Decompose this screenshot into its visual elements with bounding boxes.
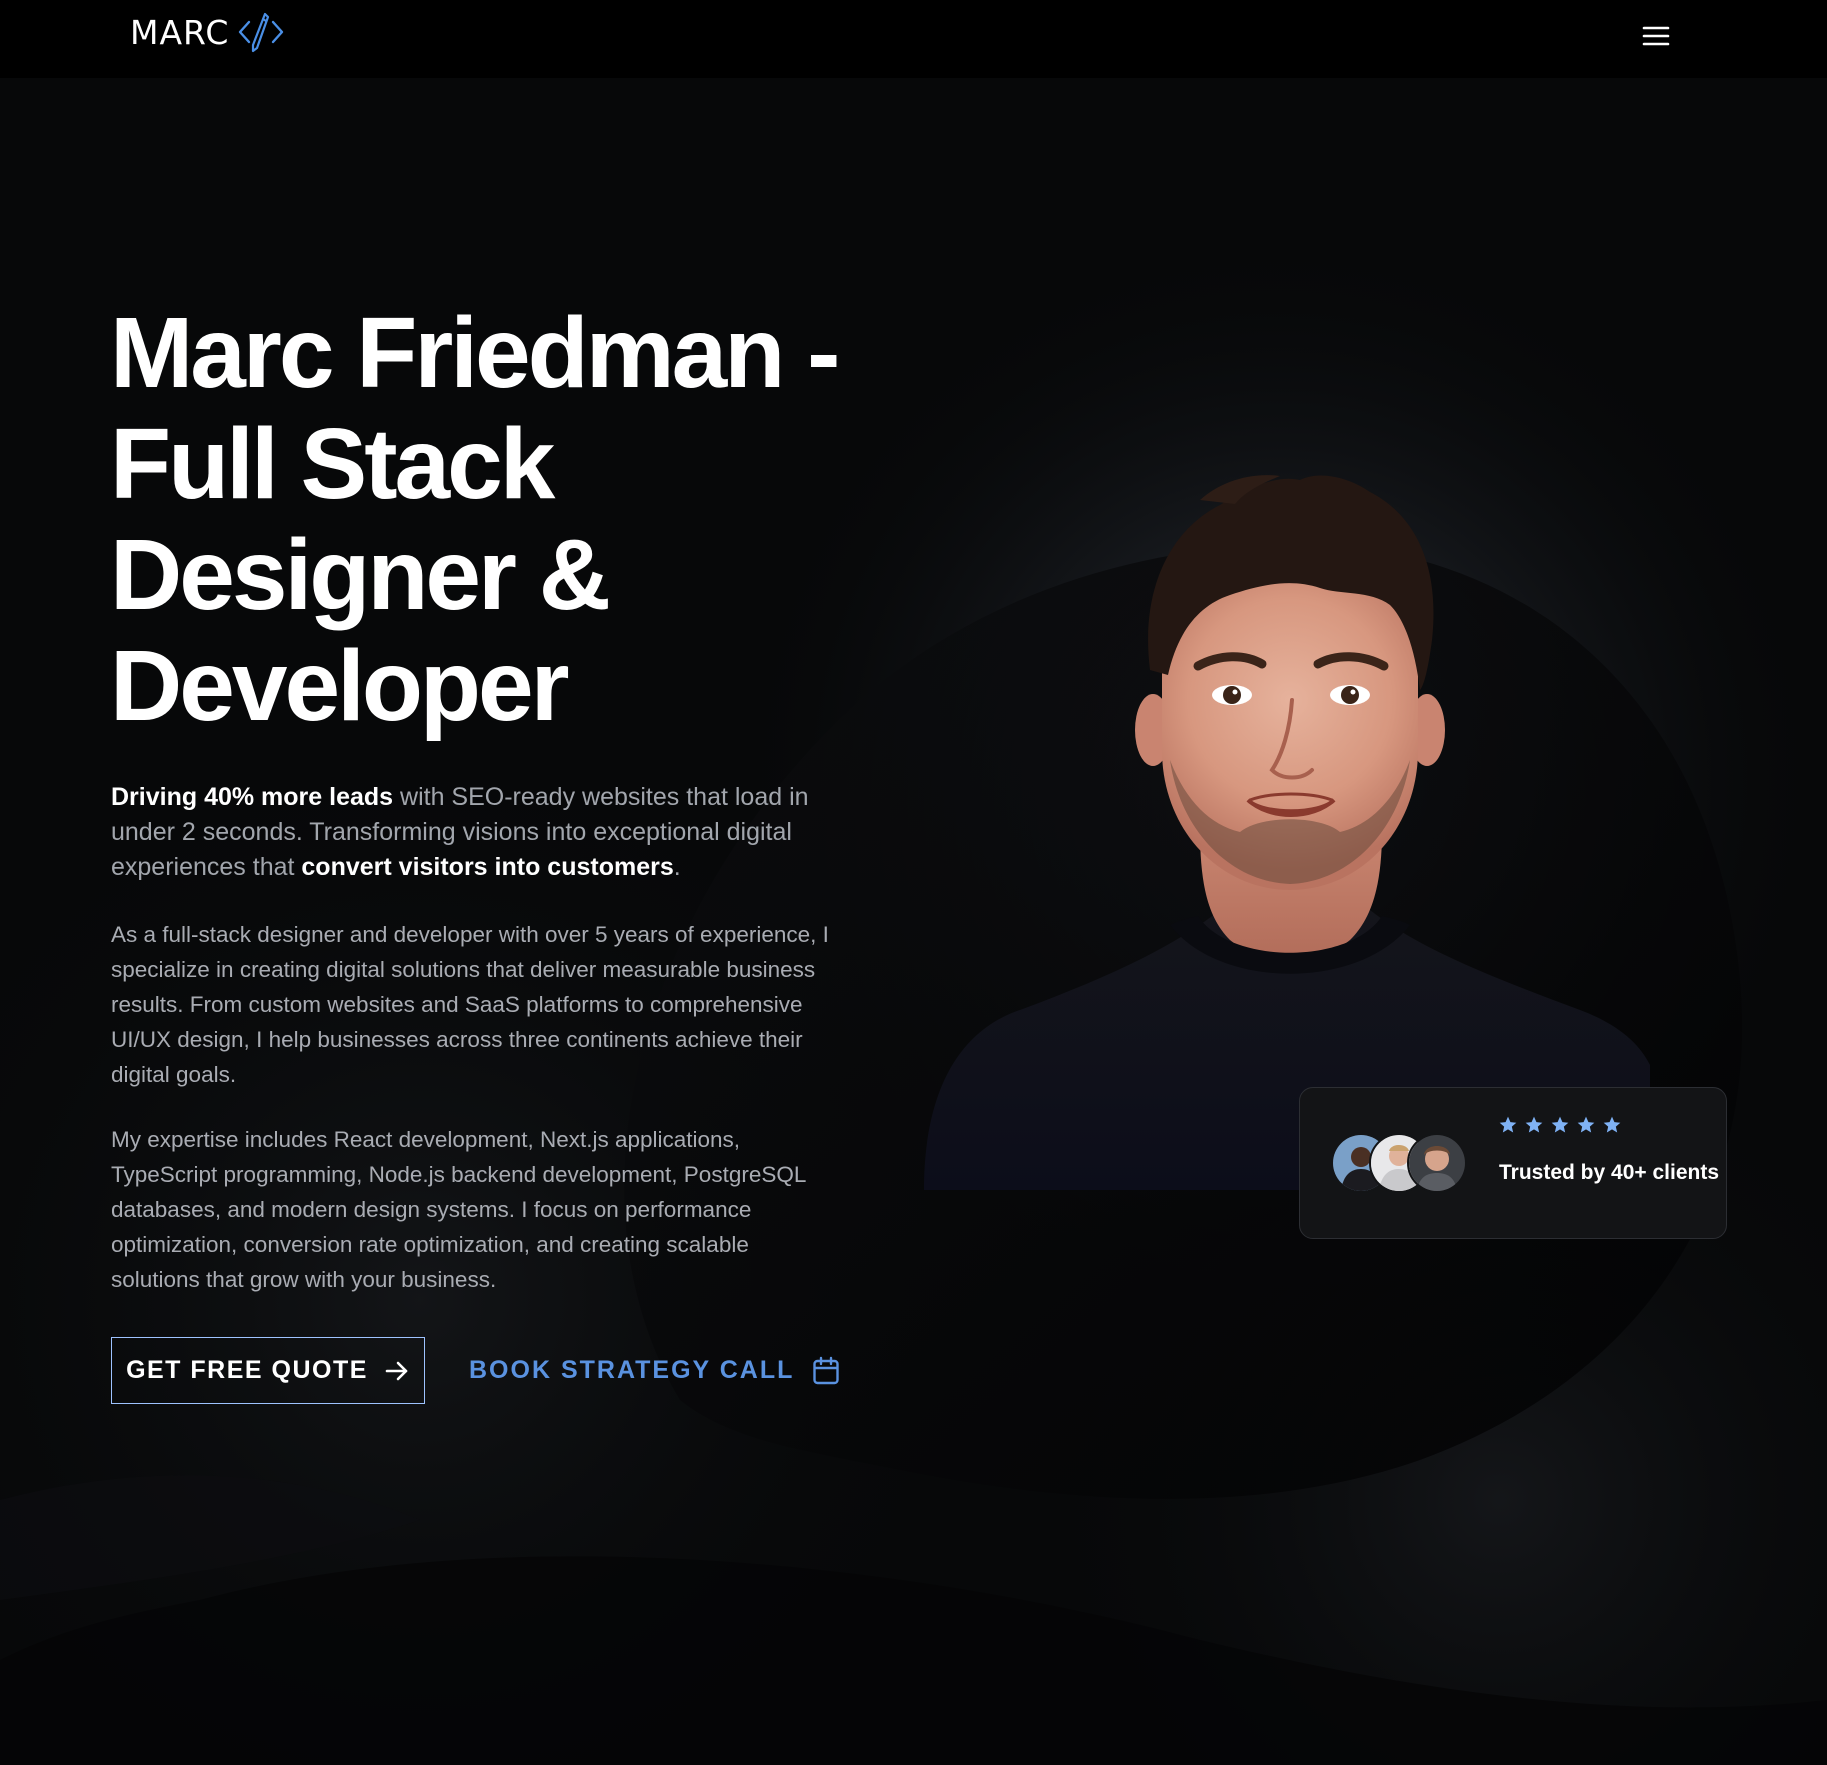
intro-paragraph: As a full-stack designer and developer w… [111,922,829,1087]
hamburger-menu-icon[interactable] [1638,18,1674,54]
trust-card: Trusted by 40+ clients [1299,1087,1727,1239]
tagline-highlight-leads: Driving 40% more leads [111,783,394,811]
rating-stars [1498,1115,1622,1135]
tagline-period: . [673,853,681,881]
get-free-quote-button[interactable]: GET FREE QUOTE [111,1337,425,1404]
star-icon [1551,1116,1569,1133]
expertise-paragraph: My expertise includes React development,… [111,1127,806,1292]
star-icon [1577,1116,1595,1133]
code-pen-icon [239,12,284,53]
star-icon [1499,1116,1517,1133]
star-icon [1525,1116,1543,1133]
hero-title: Marc Friedman - Full Stack Designer & De… [110,297,840,742]
book-strategy-call-label: BOOK STRATEGY CALL [469,1356,795,1384]
hero-tagline: Driving 40% more leads with SEO-ready we… [111,780,831,885]
trust-text: Trusted by 40+ clients [1499,1161,1720,1184]
get-free-quote-label: GET FREE QUOTE [126,1356,368,1384]
book-strategy-call-button[interactable]: BOOK STRATEGY CALL [469,1337,840,1404]
logo-link[interactable]: MARC [130,10,285,54]
client-avatar [1407,1133,1467,1193]
tagline-highlight-convert: convert visitors into customers [301,853,674,881]
site-header: MARC [0,0,1827,78]
arrow-right-icon [385,1361,408,1380]
logo-text: MARC [130,12,230,52]
calendar-icon [813,1356,840,1384]
star-icon [1603,1116,1621,1133]
client-avatars [1331,1133,1471,1193]
